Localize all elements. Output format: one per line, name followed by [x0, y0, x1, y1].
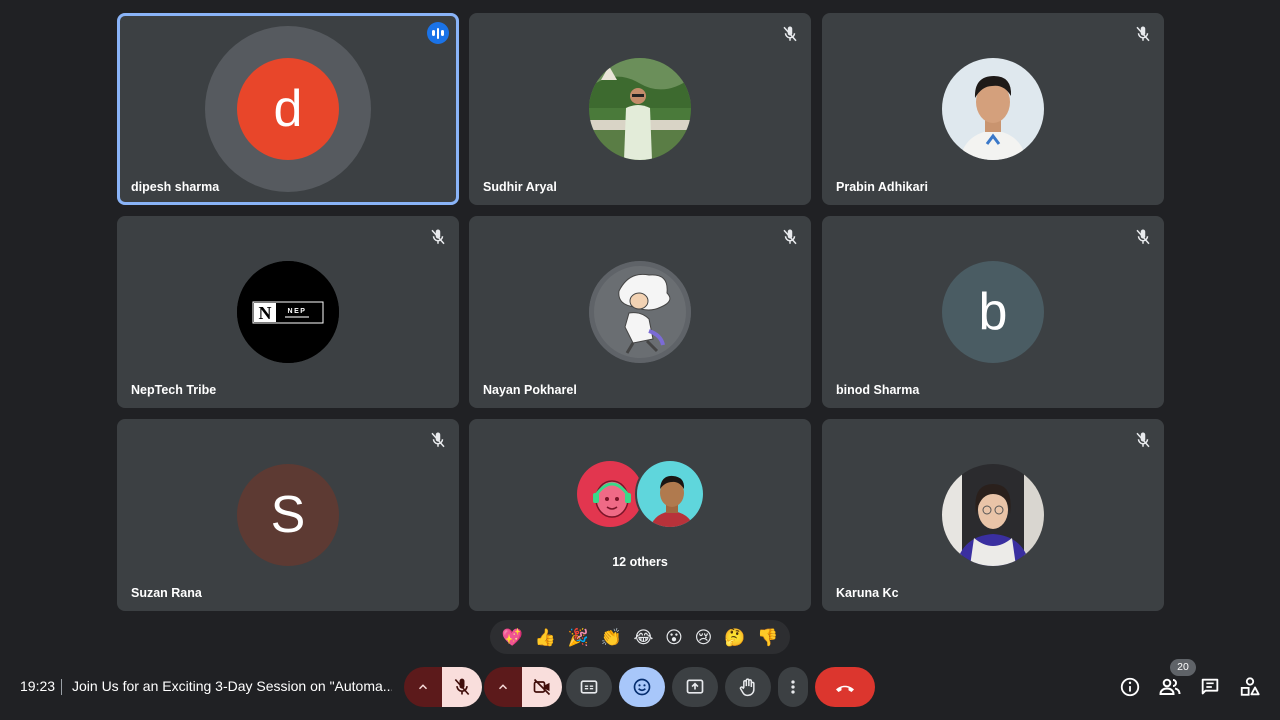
- others-tile[interactable]: 12 others: [469, 419, 811, 611]
- participant-tile[interactable]: d dipesh sharma: [117, 13, 459, 205]
- participant-tile[interactable]: Karuna Kc: [822, 419, 1164, 611]
- participant-tile[interactable]: S Suzan Rana: [117, 419, 459, 611]
- avatar-cartoon: [589, 261, 691, 363]
- more-vert-icon: [791, 680, 795, 694]
- avatar: [589, 58, 691, 160]
- videocam-off-icon: [533, 678, 551, 696]
- avatar: [635, 459, 705, 529]
- reaction-surprised[interactable]: 😮: [665, 629, 683, 646]
- mic-off-icon: [454, 678, 470, 696]
- mic-off-icon: [431, 432, 445, 448]
- captions-button[interactable]: [566, 667, 612, 707]
- reactions-bar: 💖 👍 🎉 👏 😂 😮 😢 🤔 👎: [490, 620, 790, 654]
- meeting-clock: 19:23: [20, 678, 56, 694]
- reaction-thumbs-down[interactable]: 👎: [757, 629, 778, 646]
- avatar: [942, 58, 1044, 160]
- emoji-icon: [633, 678, 651, 696]
- participant-grid: d dipesh sharma Sudhir Aryal Prabin Adhi…: [117, 13, 1164, 611]
- leave-call-button[interactable]: [815, 667, 875, 707]
- meeting-title: Join Us for an Exciting 3-Day Session on…: [72, 678, 392, 694]
- avatar-initial: b: [978, 283, 1008, 341]
- avatar-photo: [637, 461, 703, 527]
- mic-toggle-button[interactable]: [442, 667, 482, 707]
- reaction-thinking[interactable]: 🤔: [724, 629, 745, 646]
- participant-tile[interactable]: Prabin Adhikari: [822, 13, 1164, 205]
- avatar-photo: [942, 58, 1044, 160]
- avatar: [589, 261, 691, 363]
- participant-name: Suzan Rana: [131, 586, 202, 600]
- avatar: [942, 464, 1044, 566]
- camera-control: [484, 667, 562, 707]
- reaction-party[interactable]: 🎉: [568, 629, 589, 646]
- reaction-laugh[interactable]: 😂: [633, 629, 653, 646]
- video-settings-button[interactable]: [484, 667, 522, 707]
- audio-settings-button[interactable]: [404, 667, 442, 707]
- mic-off-icon: [1136, 229, 1150, 245]
- chat-icon: [1201, 678, 1219, 695]
- mic-off-icon: [1136, 26, 1150, 42]
- participant-name: NepTech Tribe: [131, 383, 217, 397]
- present-button[interactable]: [672, 667, 718, 707]
- speaking-indicator-icon: [427, 22, 449, 44]
- chevron-up-icon: [498, 684, 508, 690]
- participant-name: dipesh sharma: [131, 180, 220, 194]
- avatar-photo: [942, 464, 1044, 566]
- reaction-sad[interactable]: 😢: [695, 629, 713, 646]
- call-end-icon: [836, 685, 854, 692]
- avatar: S: [237, 464, 339, 566]
- participant-name: binod Sharma: [836, 383, 920, 397]
- avatar-photo: [589, 58, 691, 160]
- avatar-initial: d: [273, 80, 303, 138]
- activities-button[interactable]: [1238, 675, 1262, 699]
- reaction-clap[interactable]: 👏: [601, 629, 622, 646]
- people-button[interactable]: [1158, 675, 1182, 699]
- reaction-thumbs-up[interactable]: 👍: [535, 629, 556, 646]
- present-icon: [686, 679, 704, 694]
- svg-text:N: N: [259, 303, 272, 323]
- avatar: N NEP: [237, 261, 339, 363]
- participant-name: Karuna Kc: [836, 586, 899, 600]
- mic-off-icon: [783, 229, 797, 245]
- avatar: d: [237, 58, 339, 160]
- chat-button[interactable]: [1198, 675, 1222, 699]
- logo-text: NEP: [288, 308, 307, 315]
- participant-name: Sudhir Aryal: [483, 180, 557, 194]
- chevron-up-icon: [418, 684, 428, 690]
- raise-hand-button[interactable]: [725, 667, 771, 707]
- participant-tile[interactable]: Sudhir Aryal: [469, 13, 811, 205]
- reaction-heart[interactable]: 💖: [502, 629, 523, 646]
- participant-tile[interactable]: b binod Sharma: [822, 216, 1164, 408]
- mic-off-icon: [431, 229, 445, 245]
- reactions-button[interactable]: [619, 667, 665, 707]
- mic-off-icon: [1136, 432, 1150, 448]
- avatar-initial: S: [270, 486, 306, 544]
- control-bar: 19:23 Join Us for an Exciting 3-Day Sess…: [0, 659, 1280, 720]
- neptech-logo: N NEP: [237, 261, 339, 363]
- avatar: b: [942, 261, 1044, 363]
- mic-control: [404, 667, 482, 707]
- meeting-details-button[interactable]: [1118, 675, 1142, 699]
- others-avatars: [575, 459, 707, 529]
- participant-tile[interactable]: Nayan Pokharel: [469, 216, 811, 408]
- closed-caption-icon: [580, 680, 598, 694]
- people-icon: [1159, 678, 1181, 695]
- divider: [61, 679, 62, 695]
- participant-name: Prabin Adhikari: [836, 180, 928, 194]
- camera-toggle-button[interactable]: [522, 667, 562, 707]
- participant-tile[interactable]: N NEP NepTech Tribe: [117, 216, 459, 408]
- more-options-button[interactable]: [778, 667, 808, 707]
- raise-hand-icon: [739, 678, 755, 697]
- mic-off-icon: [783, 26, 797, 42]
- others-count: 12 others: [612, 555, 668, 569]
- participant-name: Nayan Pokharel: [483, 383, 577, 397]
- activities-icon: [1240, 677, 1260, 696]
- info-icon: [1120, 677, 1140, 697]
- participant-count-badge: 20: [1170, 659, 1196, 676]
